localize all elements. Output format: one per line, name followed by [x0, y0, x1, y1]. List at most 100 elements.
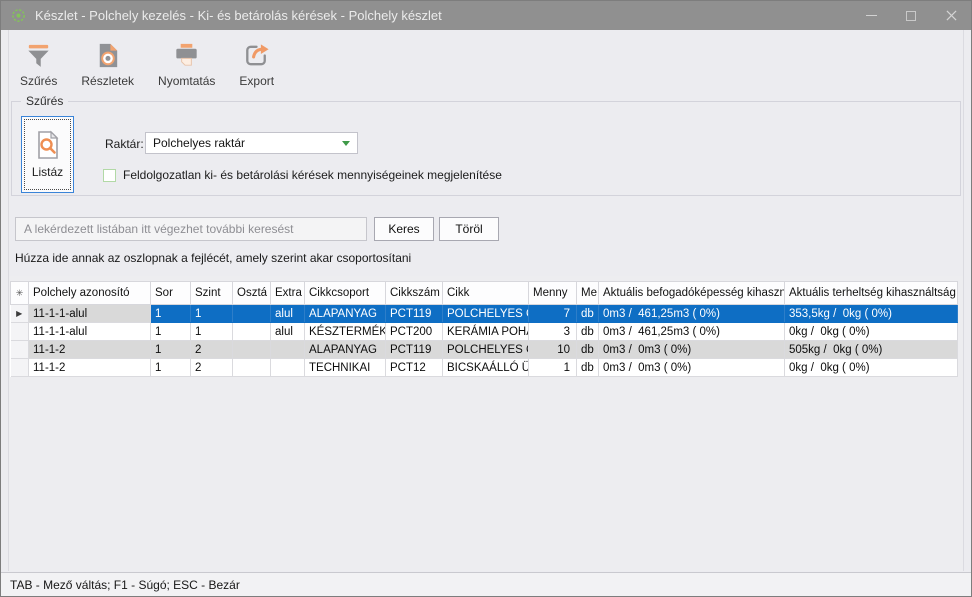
row-marker — [11, 323, 29, 341]
grid-cell[interactable]: 2 — [191, 359, 233, 377]
grid-cell[interactable]: 0m3 / 0m3 ( 0%) — [599, 341, 785, 359]
grid-cell[interactable]: 353,5kg / 0kg ( 0%) — [785, 305, 958, 323]
window-controls — [851, 1, 971, 30]
search-button[interactable]: Keres — [374, 217, 434, 241]
grid-cell[interactable]: 7 — [529, 305, 577, 323]
grid-cell[interactable]: 0m3 / 461,25m3 ( 0%) — [599, 323, 785, 341]
column-header-cikk[interactable]: Cikk — [443, 282, 529, 305]
window-title: Készlet - Polchely kezelés - Ki- és betá… — [35, 8, 442, 23]
toolbar-button-label: Export — [239, 74, 274, 88]
grid-cell[interactable]: 11-1-2 — [29, 341, 151, 359]
grid-cell[interactable]: 1 — [151, 323, 191, 341]
row-marker — [11, 359, 29, 377]
grid-cell[interactable]: alul — [271, 323, 305, 341]
details-icon — [92, 40, 123, 71]
column-header-cikkcsoport[interactable]: Cikkcsoport — [305, 282, 386, 305]
list-search-icon — [35, 130, 61, 160]
title-bar[interactable]: Készlet - Polchely kezelés - Ki- és betá… — [1, 1, 971, 30]
details-toolbar-button[interactable]: Részletek — [72, 36, 143, 90]
column-header-polchely-azonosito[interactable]: Polchely azonosító — [29, 282, 151, 305]
column-header-szint[interactable]: Szint — [191, 282, 233, 305]
grid-cell[interactable] — [233, 305, 271, 323]
grid-cell[interactable]: 1 — [151, 359, 191, 377]
warehouse-select[interactable]: Polchelyes raktár — [145, 132, 358, 154]
grid-cell[interactable]: 11-1-1-alul — [29, 323, 151, 341]
list-button-label: Listáz — [32, 165, 63, 179]
grid-cell[interactable]: TECHNIKAI — [305, 359, 386, 377]
table-row[interactable]: ▶11-1-1-alul11alulALAPANYAGPCT119POLCHEL… — [11, 305, 958, 323]
print-toolbar-button[interactable]: Nyomtatás — [149, 36, 224, 90]
grid-cell[interactable]: ALAPANYAG — [305, 305, 386, 323]
group-by-panel[interactable]: Húzza ide annak az oszlopnak a fejlécét,… — [15, 251, 411, 265]
app-icon — [11, 8, 26, 23]
grid-cell[interactable]: 11-1-2 — [29, 359, 151, 377]
grid-cell[interactable]: 1 — [151, 305, 191, 323]
grid-cell[interactable]: PCT12 — [386, 359, 443, 377]
grid-cell[interactable]: db — [577, 359, 599, 377]
maximize-button[interactable] — [891, 1, 931, 30]
column-header-extra[interactable]: Extra — [271, 282, 305, 305]
grid-cell[interactable]: POLCHELYES CIK — [443, 305, 529, 323]
grid-cell[interactable]: 3 — [529, 323, 577, 341]
column-header-me[interactable]: Me — [577, 282, 599, 305]
grid-cell[interactable]: ALAPANYAG — [305, 341, 386, 359]
grid-cell[interactable]: KERÁMIA POHÁR — [443, 323, 529, 341]
grid-cell[interactable]: PCT119 — [386, 341, 443, 359]
row-marker: ▶ — [11, 305, 29, 323]
unprocessed-requests-checkbox[interactable] — [103, 169, 116, 182]
filter-toolbar-button[interactable]: Szűrés — [11, 36, 66, 90]
table-row[interactable]: 11-1-1-alul11alulKÉSZTERMÉKPCT200KERÁMIA… — [11, 323, 958, 341]
grid-cell[interactable]: alul — [271, 305, 305, 323]
grid-cell[interactable]: db — [577, 323, 599, 341]
column-header-befogadokepesseg[interactable]: Aktuális befogadóképesség kihasznált — [599, 282, 785, 305]
column-header-osztas[interactable]: Osztá — [233, 282, 271, 305]
grid-cell[interactable]: 2 — [191, 341, 233, 359]
grid-cell[interactable]: 0kg / 0kg ( 0%) — [785, 323, 958, 341]
grid-cell[interactable]: 0m3 / 461,25m3 ( 0%) — [599, 305, 785, 323]
chevron-down-icon — [342, 141, 350, 146]
close-button[interactable] — [931, 1, 971, 30]
grid-cell[interactable] — [271, 341, 305, 359]
minimize-button[interactable] — [851, 1, 891, 30]
column-header-sor[interactable]: Sor — [151, 282, 191, 305]
grid-cell[interactable]: BICSKAÁLLÓ ÜVE — [443, 359, 529, 377]
column-header-terheltseg[interactable]: Aktuális terheltség kihasználtság — [785, 282, 958, 305]
grid-cell[interactable]: PCT119 — [386, 305, 443, 323]
grid-cell[interactable]: 1 — [191, 305, 233, 323]
grid-cell[interactable]: db — [577, 341, 599, 359]
grid-cell[interactable]: KÉSZTERMÉK — [305, 323, 386, 341]
grid-cell[interactable] — [233, 359, 271, 377]
warehouse-label: Raktár: — [105, 137, 144, 151]
printer-icon — [171, 40, 202, 71]
unprocessed-requests-checkbox-label[interactable]: Feldolgozatlan ki- és betárolási kérések… — [123, 168, 502, 182]
toolbar-button-label: Nyomtatás — [158, 74, 215, 88]
grid-cell[interactable]: 1 — [191, 323, 233, 341]
column-header-cikkszam[interactable]: Cikkszám — [386, 282, 443, 305]
grid-cell[interactable]: 11-1-1-alul — [29, 305, 151, 323]
grid-cell[interactable]: PCT200 — [386, 323, 443, 341]
grid-cell[interactable] — [233, 341, 271, 359]
grid-rows: ▶11-1-1-alul11alulALAPANYAGPCT119POLCHEL… — [11, 305, 958, 377]
export-toolbar-button[interactable]: Export — [230, 36, 283, 90]
table-row[interactable]: 11-1-212 ALAPANYAGPCT119POLCHELYES CIK10d… — [11, 341, 958, 359]
table-row[interactable]: 11-1-212TECHNIKAIPCT12BICSKAÁLLÓ ÜVE1db0… — [11, 359, 958, 377]
grid-cell[interactable] — [233, 323, 271, 341]
close-icon — [946, 10, 957, 21]
filter-groupbox-title: Szűrés — [21, 94, 68, 108]
grid-cell[interactable]: 1 — [529, 359, 577, 377]
grid-cell[interactable]: POLCHELYES CIK — [443, 341, 529, 359]
grid-cell[interactable] — [271, 359, 305, 377]
grid-cell[interactable]: 10 — [529, 341, 577, 359]
grid-cell[interactable]: 0m3 / 0m3 ( 0%) — [599, 359, 785, 377]
grid-cell[interactable]: 505kg / 0kg ( 0%) — [785, 341, 958, 359]
toolbar: Szűrés Részletek Nyomtatás — [11, 36, 283, 90]
grid-cell[interactable]: db — [577, 305, 599, 323]
grid-cell[interactable]: 1 — [151, 341, 191, 359]
grid-cell[interactable]: 0kg / 0kg ( 0%) — [785, 359, 958, 377]
app-window: Készlet - Polchely kezelés - Ki- és betá… — [0, 0, 972, 597]
list-button[interactable]: Listáz — [21, 116, 74, 193]
column-header-mennyiseg[interactable]: Menny — [529, 282, 577, 305]
search-input[interactable] — [15, 217, 367, 241]
header-row: ✳ Polchely azonosító Sor Szint Osztá Ext… — [11, 282, 958, 305]
clear-button[interactable]: Töröl — [439, 217, 499, 241]
